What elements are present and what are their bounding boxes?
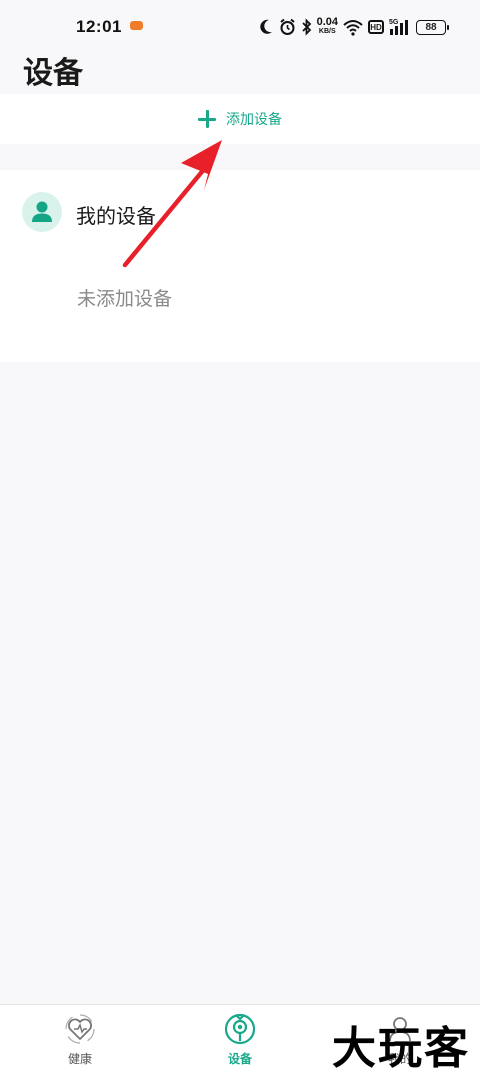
status-indicators: 0.04 KB/S HD 5G 88 — [258, 16, 449, 38]
add-device-label: 添加设备 — [226, 112, 282, 128]
battery-indicator: 88 — [416, 19, 449, 35]
add-device-button[interactable]: 添加设备 — [0, 94, 480, 144]
device-icon — [224, 1013, 256, 1045]
nav-health[interactable]: 健康 — [40, 1011, 120, 1071]
network-speed-unit: KB/S — [318, 28, 336, 35]
nav-device-label: 设备 — [227, 1052, 252, 1066]
game-app-icon — [130, 21, 143, 30]
cellular-signal-icon: 5G — [389, 19, 408, 35]
my-devices-card: 我的设备 未添加设备 — [0, 170, 480, 362]
status-bar: 12:01 0.04 KB/S HD 5G 88 — [0, 0, 480, 52]
bluetooth-icon — [301, 18, 311, 36]
watermark-logo: 大玩客 — [332, 1023, 470, 1072]
wifi-icon — [343, 20, 363, 36]
nav-device[interactable]: 设备 — [200, 1011, 280, 1071]
status-time: 12:01 — [76, 17, 122, 36]
alarm-icon — [279, 18, 295, 35]
person-icon — [32, 201, 52, 222]
avatar — [22, 192, 62, 232]
my-devices-title: 我的设备 — [76, 204, 156, 228]
network-speed: 0.04 KB/S — [316, 16, 338, 36]
hd-badge: HD — [368, 20, 384, 34]
page-title: 设备 — [23, 56, 83, 91]
network-speed-value: 0.04 — [316, 16, 338, 28]
no-devices-text: 未添加设备 — [77, 288, 173, 310]
heart-icon — [65, 1014, 95, 1044]
moon-icon — [259, 19, 272, 34]
network-type-label: 5G — [389, 19, 399, 26]
nav-health-label: 健康 — [67, 1052, 92, 1066]
plus-icon — [198, 110, 216, 128]
